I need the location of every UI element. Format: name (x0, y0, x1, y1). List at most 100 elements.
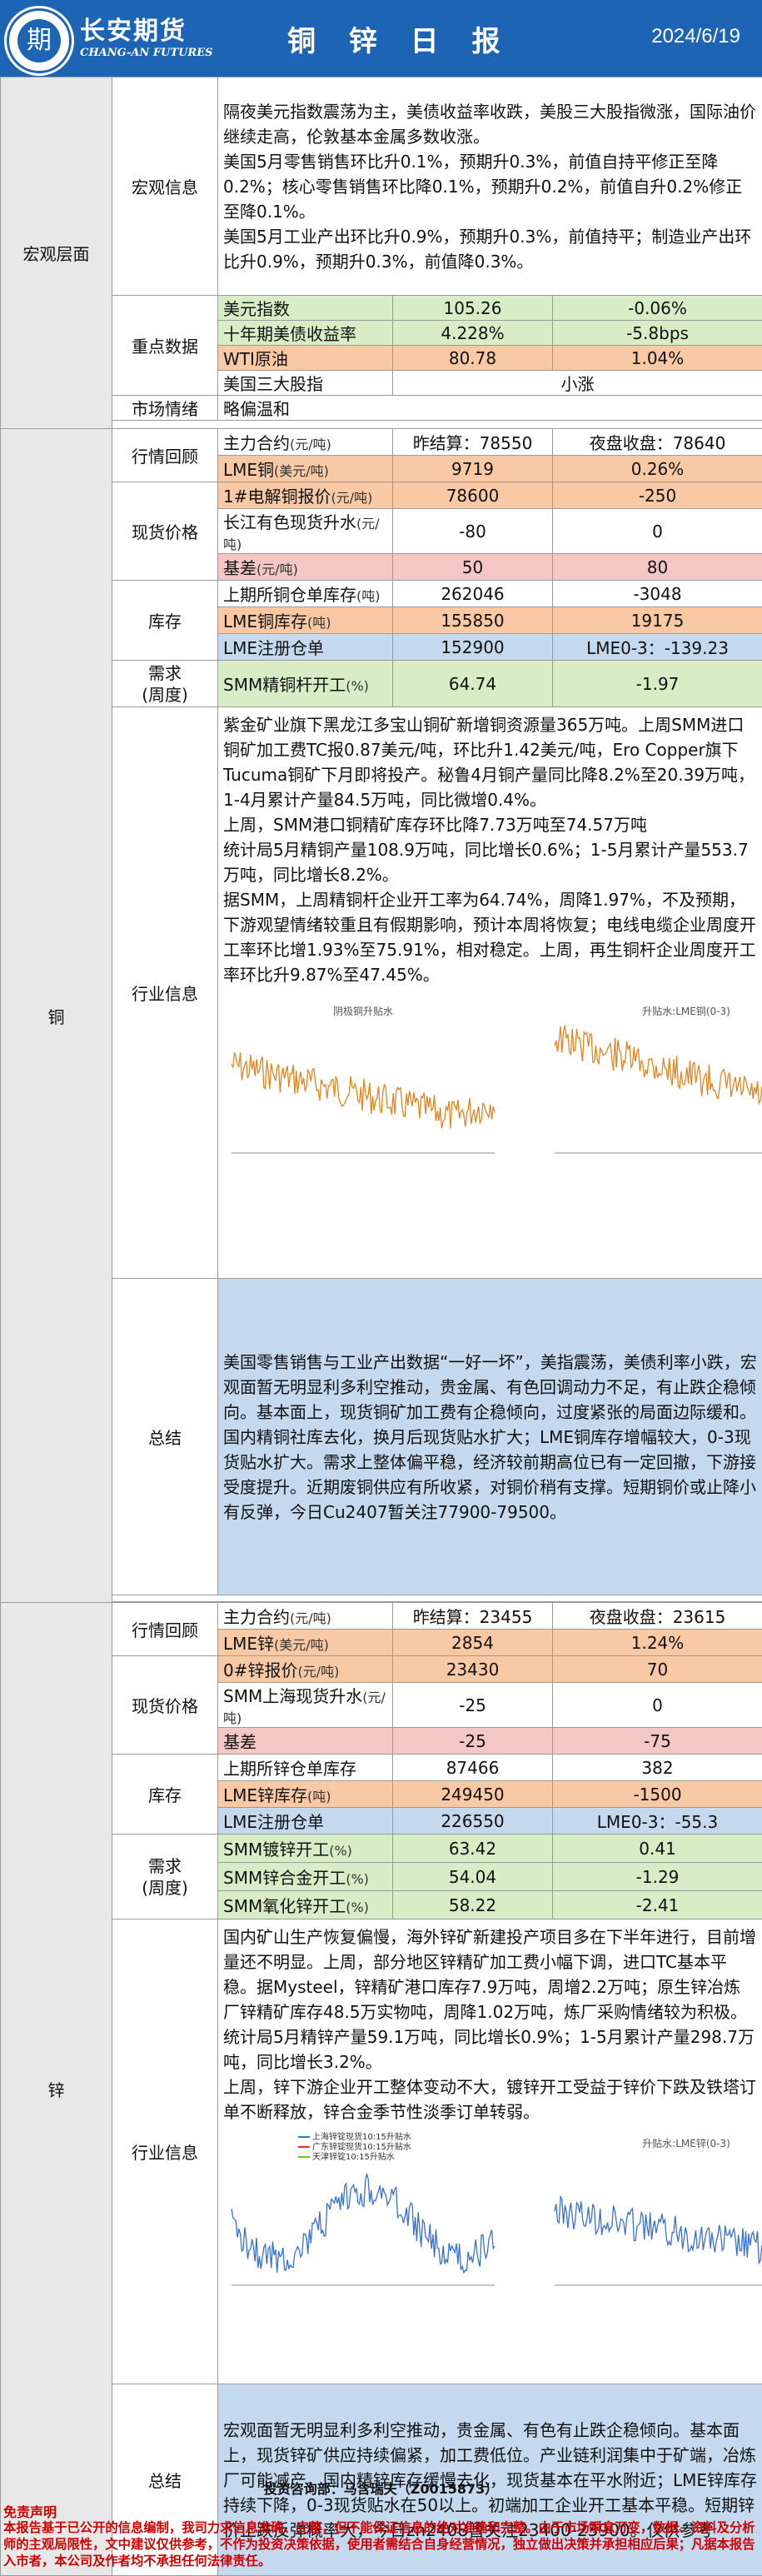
zinc-market-label: 行情回顾 (112, 1603, 218, 1656)
zinc-lme-price: 2854 (393, 1630, 553, 1656)
spot-row-value: 78600 (393, 482, 553, 509)
unit-label: (吨) (356, 588, 381, 604)
demand-row-value: 54.04 (393, 1863, 553, 1891)
spot-row-name: 长江有色现货升水 (223, 512, 356, 532)
zinc-night-close: 夜盘收盘：23615 (553, 1603, 762, 1630)
demand-row-name: SMM氧化锌开工 (223, 1896, 346, 1916)
spot-row-name: 0#锌报价 (223, 1660, 297, 1680)
zinc-inventory-label: 库存 (112, 1755, 218, 1835)
key-row-change: -5.8bps (553, 321, 762, 346)
industry-line: 上周，SMM港口铜精矿库存环比降7.73万吨至74.57万吨 (223, 812, 757, 837)
copper-lme-spread-chart: 升贴水:LME铜(0-3) (546, 999, 762, 1191)
chart-series-line (232, 2174, 495, 2273)
key-row-value: 小涨 (393, 371, 762, 396)
copper-lme-change: 0.26% (553, 456, 762, 482)
copper-premium-line-chart (223, 999, 503, 1191)
demand-row-name: SMM精铜杆开工 (223, 675, 346, 695)
copper-charts: 阴极铜升贴水 升贴水:LME铜(0-3) (223, 987, 757, 1204)
legend-item: 天津锌锭10:15升贴水 (298, 2153, 411, 2163)
unit-label: (元/吨) (290, 1610, 331, 1626)
copper-inventory-label: 库存 (112, 581, 218, 661)
copper-summary-label: 总结 (112, 1279, 218, 1595)
unit-label: (元/吨) (331, 490, 372, 506)
macro-info-line: 隔夜美元指数震荡为主，美债收益率收跌，美股三大股指微涨，国际油价继续走高，伦敦基… (223, 99, 757, 149)
macro-info-line: 美国5月零售销售环比升0.1%，预期升0.3%，前值自持平修正至降0.2%；核心… (223, 149, 757, 224)
demand-row-value: 63.42 (393, 1835, 553, 1863)
spot-row-value: -80 (393, 509, 553, 554)
demand-row-change: 0.41 (553, 1835, 762, 1863)
industry-line: 上周，锌下游企业开工整体变动不大，镀锌开工受益于锌价下跌及铁塔订单不断释放，锌合… (223, 2074, 757, 2124)
spot-row-change: 80 (553, 554, 762, 581)
report-header: 期 长安期货 CHANG-AN FUTURES 铜 锌 日 报 2024/6/1… (0, 0, 762, 77)
disclaimer-title: 免责声明 (3, 2501, 57, 2521)
zinc-industry-cell: 国内矿山生产恢复偏慢，海外锌矿新建投产项目多在下半年进行，目前增量还不明显。上周… (218, 1920, 762, 2384)
company-name-en: CHANG-AN FUTURES (80, 47, 213, 59)
copper-main-contract: 主力合约 (223, 433, 290, 453)
spot-row-name: 1#电解铜报价 (223, 487, 331, 507)
key-row-name: WTI原油 (218, 346, 393, 371)
copper-industry-label: 行业信息 (112, 707, 218, 1279)
zinc-spot-label: 现货价格 (112, 1656, 218, 1755)
zinc-lme-spread-line-chart (546, 2131, 762, 2323)
spot-row-change: 70 (553, 1656, 762, 1683)
zinc-demand-label: 需求 (周度) (112, 1835, 218, 1920)
inventory-row-name: LME锌库存 (223, 1785, 307, 1805)
company-name-cn: 长安期货 (80, 10, 187, 47)
spot-row-value: -25 (393, 1683, 553, 1728)
logo-glyph: 期 (17, 19, 61, 62)
demand-row-change: -1.29 (553, 1863, 762, 1891)
market-mood-label: 市场情绪 (112, 396, 218, 421)
key-row-name: 美元指数 (218, 296, 393, 321)
demand-row-name: SMM锌合金开工 (223, 1868, 346, 1888)
spot-row-change: 0 (553, 1683, 762, 1728)
copper-market-label: 行情回顾 (112, 429, 218, 482)
industry-line: 统计局5月精锌产量59.1万吨，同比增长0.9%；1-5月累计产量298.7万吨… (223, 2024, 757, 2074)
key-row-value: 4.228% (393, 321, 553, 346)
report-date: 2024/6/19 (651, 25, 740, 48)
zinc-industry-label: 行业信息 (112, 1920, 218, 2384)
demand-row-change: -1.97 (553, 661, 762, 707)
chart-title: 阴极铜升贴水 (223, 999, 503, 1024)
inventory-row-name: 上期所锌仓单库存 (223, 1759, 356, 1779)
chart-series-line (555, 1026, 762, 1128)
copper-spot-label: 现货价格 (112, 482, 218, 581)
chart-title: 升贴水:LME铜(0-3) (546, 999, 762, 1024)
copper-summary-text: 美国零售销售与工业产出数据“一好一坏”，美指震荡，美债利率小跌，宏观面暂无明显利… (218, 1279, 762, 1595)
copper-lme-name: LME铜 (223, 460, 274, 480)
inventory-row-change: LME0-3：-139.23 (553, 634, 762, 661)
unit-label: (吨) (307, 1789, 331, 1805)
macro-section-label: 宏观层面 (1, 77, 112, 429)
industry-line: 国内矿山生产恢复偏慢，海外锌矿新建投产项目多在下半年进行，目前增量还不明显。上周… (223, 1925, 757, 2024)
industry-line: 据SMM，上周精铜杆企业开工率为64.74%，周降1.97%，不及预期，下游观望… (223, 887, 757, 987)
zinc-prev-close: 昨结算：23455 (393, 1603, 553, 1630)
key-row-change: -0.06% (553, 296, 762, 321)
key-row-name: 十年期美债收益率 (218, 321, 393, 346)
spot-row-value: 23430 (393, 1656, 553, 1683)
copper-premium-chart: 阴极铜升贴水 (223, 999, 503, 1191)
copper-demand-label: 需求 (周度) (112, 661, 218, 707)
zinc-chart-legend: 上海锌锭现货10:15升贴水 广东锌锭现货10:15升贴水 天津锌锭10:15升… (298, 2133, 411, 2163)
unit-label: (%) (346, 678, 369, 694)
disclaimer-text: 本报告基于已公开的信息编制，我司力求信息准确、完整，但不能保证信息的绝对准确和完… (3, 2519, 757, 2569)
key-row-name: 美国三大股指 (218, 371, 393, 396)
spot-row-change: -250 (553, 482, 762, 509)
chart-series-line (232, 1052, 495, 1128)
copper-lme-price: 9719 (393, 456, 553, 482)
contact-line: 投资咨询部：马含瑞夫（Z0015873） (0, 2478, 762, 2498)
spot-row-name: 基差 (223, 558, 256, 578)
spot-row-change: 0 (553, 509, 762, 554)
inventory-row-value: 249450 (393, 1781, 553, 1808)
copper-section-label: 铜 (1, 429, 112, 1603)
inventory-row-change: 19175 (553, 607, 762, 634)
unit-label: (吨) (307, 615, 331, 631)
report-table: 宏观层面 宏观信息 隔夜美元指数震荡为主，美债收益率收跌，美股三大股指微涨，国际… (0, 77, 762, 2576)
spot-row-name: SMM上海现货升水 (223, 1686, 362, 1706)
copper-lme-spread-line-chart (546, 999, 762, 1191)
legend-item: 广东锌锭现货10:15升贴水 (298, 2143, 411, 2153)
copper-night-close: 夜盘收盘：78640 (553, 429, 762, 456)
zinc-lme-spread-chart: 升贴水:LME锌(0-3) (546, 2131, 762, 2323)
unit-label: (%) (346, 1900, 369, 1915)
inventory-row-name: LME注册仓单 (223, 638, 324, 658)
unit-label: (美元/吨) (274, 463, 329, 479)
industry-line: 统计局5月精铜产量108.9万吨，同比增长0.6%；1-5月累计产量553.7万… (223, 837, 757, 887)
